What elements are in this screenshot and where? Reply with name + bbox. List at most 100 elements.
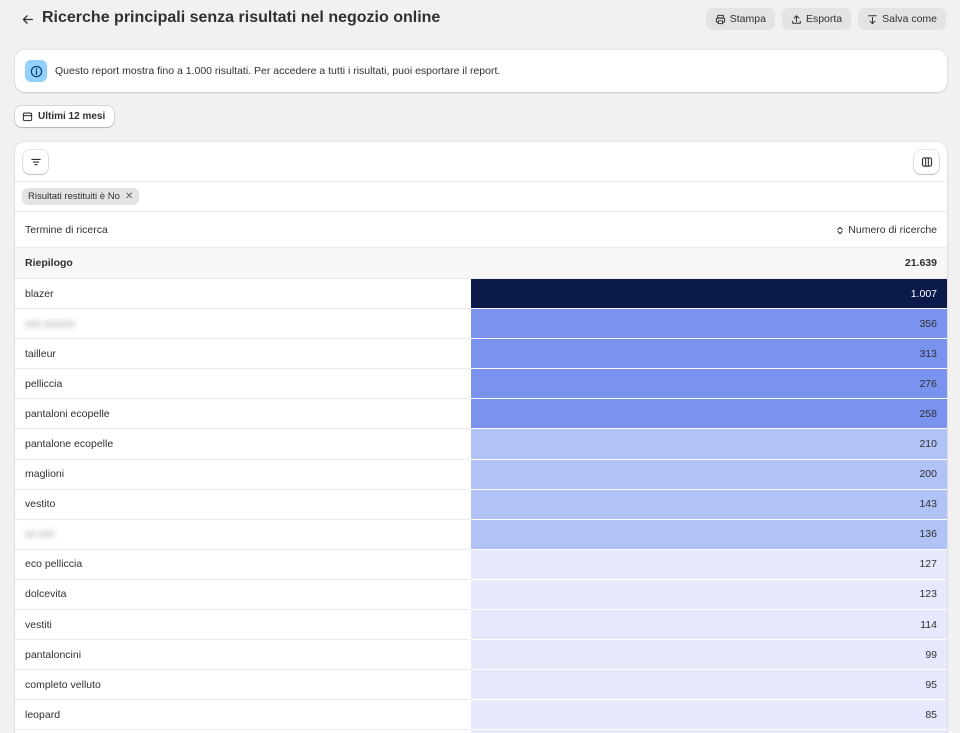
column-header-count[interactable]: Numero di ricerche bbox=[836, 224, 937, 236]
column-header-count-label: Numero di ricerche bbox=[848, 224, 937, 236]
save-as-button-label: Salva come bbox=[882, 13, 937, 25]
search-term-cell: xx xxx bbox=[15, 520, 471, 550]
search-count: 114 bbox=[920, 618, 937, 631]
summary-value: 21.639 bbox=[904, 257, 937, 269]
table-header: Termine di ricerca Numero di ricerche bbox=[15, 212, 947, 248]
table-row: xx xxx 136 bbox=[15, 519, 947, 550]
search-term: vestiti bbox=[25, 618, 52, 631]
search-count-cell: 276 bbox=[471, 369, 947, 400]
search-count: 1.007 bbox=[910, 287, 937, 300]
arrow-left-icon bbox=[22, 14, 33, 24]
search-term-cell: pantaloni ecopelle bbox=[15, 399, 471, 430]
table-row: blazer 1.007 bbox=[15, 279, 947, 310]
info-icon bbox=[25, 60, 47, 82]
search-term-cell: dolcevita bbox=[15, 580, 471, 611]
search-count: 95 bbox=[925, 678, 937, 691]
table-row: pantaloncini 99 bbox=[15, 640, 947, 671]
filter-button[interactable] bbox=[23, 150, 48, 174]
page-header: Ricerche principali senza risultati nel … bbox=[0, 0, 960, 38]
columns-icon bbox=[921, 157, 932, 167]
search-term-cell: blazer bbox=[15, 279, 471, 310]
search-term: pelliccia bbox=[25, 377, 63, 390]
search-term: blazer bbox=[25, 287, 54, 300]
search-count: 356 bbox=[919, 317, 937, 330]
date-range-button[interactable]: Ultimi 12 mesi bbox=[15, 106, 115, 127]
search-count: 313 bbox=[919, 347, 937, 360]
search-term: vestito bbox=[25, 498, 56, 511]
table-row: maglioni 200 bbox=[15, 459, 947, 490]
filter-chip-label: Risultati restituiti è No bbox=[28, 191, 120, 202]
search-count-cell: 258 bbox=[471, 399, 947, 430]
header-actions: Stampa Esporta Salva come bbox=[705, 8, 946, 30]
export-button[interactable]: Esporta bbox=[781, 8, 852, 30]
search-count-cell: 127 bbox=[471, 549, 947, 580]
search-term: xx xxx bbox=[25, 528, 55, 541]
table-row: tailleur 313 bbox=[15, 339, 947, 370]
search-term-cell: vestito bbox=[15, 490, 471, 520]
search-term: xxx xxxxxx bbox=[25, 317, 76, 330]
search-term: completo velluto bbox=[25, 678, 101, 691]
search-count-cell: 1.007 bbox=[471, 279, 947, 310]
table-row: pelliccia 276 bbox=[15, 369, 947, 400]
download-icon bbox=[868, 14, 877, 24]
search-term: pantaloni ecopelle bbox=[25, 407, 110, 420]
search-count-cell: 200 bbox=[471, 459, 947, 490]
upload-icon bbox=[792, 14, 801, 24]
active-filters: Risultati restituiti è No ✕ bbox=[15, 182, 947, 212]
export-button-label: Esporta bbox=[805, 13, 843, 25]
search-count: 143 bbox=[919, 498, 937, 511]
table-row: dolcevita 123 bbox=[15, 579, 947, 611]
save-as-button[interactable]: Salva come bbox=[858, 8, 946, 30]
sort-arrows-icon bbox=[837, 226, 844, 234]
search-term: pantaloncini bbox=[25, 648, 82, 661]
search-term: tailleur bbox=[25, 347, 56, 360]
search-term-cell: xxx xxxxxx bbox=[15, 309, 471, 340]
banner-text: Questo report mostra fino a 1.000 risult… bbox=[55, 65, 501, 77]
close-icon[interactable]: ✕ bbox=[125, 191, 133, 202]
info-banner: Questo report mostra fino a 1.000 risult… bbox=[15, 50, 947, 92]
search-count-cell: 356 bbox=[471, 309, 947, 340]
table-row: pantalone ecopelle 210 bbox=[15, 429, 947, 460]
printer-icon bbox=[715, 14, 725, 24]
back-button[interactable] bbox=[18, 10, 36, 28]
column-header-term[interactable]: Termine di ricerca bbox=[25, 224, 108, 236]
search-term-cell: completo velluto bbox=[15, 670, 471, 701]
table-row: xxx xxxxxx 356 bbox=[15, 309, 947, 340]
search-count: 200 bbox=[919, 468, 937, 481]
table-body: blazer 1.007 xxx xxxxxx 356 tailleur 313 pelli… bbox=[15, 279, 947, 733]
report-card: Risultati restituiti è No ✕ Termine di r… bbox=[15, 142, 947, 733]
table-toolbar bbox=[15, 142, 947, 182]
print-button[interactable]: Stampa bbox=[705, 8, 775, 30]
search-count-cell: 313 bbox=[471, 339, 947, 370]
search-term-cell: tailleur bbox=[15, 339, 471, 370]
table-row: vestiti 114 bbox=[15, 610, 947, 641]
columns-button[interactable] bbox=[914, 150, 939, 174]
search-count-cell: 136 bbox=[471, 519, 947, 550]
search-count: 258 bbox=[919, 407, 937, 420]
table-row: leopard 85 bbox=[15, 700, 947, 731]
search-count: 127 bbox=[919, 558, 937, 571]
search-term: maglioni bbox=[25, 468, 65, 481]
search-count-cell: 99 bbox=[471, 640, 947, 671]
filter-chip[interactable]: Risultati restituiti è No ✕ bbox=[22, 188, 140, 205]
table-row: completo velluto 95 bbox=[15, 670, 947, 701]
search-count: 123 bbox=[919, 588, 937, 601]
print-button-label: Stampa bbox=[729, 13, 766, 25]
search-term: eco pelliccia bbox=[25, 558, 83, 571]
search-count-cell: 114 bbox=[471, 610, 947, 641]
page-title: Ricerche principali senza risultati nel … bbox=[42, 9, 441, 26]
search-term: dolcevita bbox=[25, 588, 67, 601]
search-count: 210 bbox=[919, 438, 937, 451]
filter-lines-icon bbox=[30, 158, 41, 166]
search-term: pantalone ecopelle bbox=[25, 438, 114, 451]
summary-row: Riepilogo 21.639 bbox=[15, 248, 947, 279]
table-row: vestito 143 bbox=[15, 489, 947, 520]
summary-label: Riepilogo bbox=[25, 257, 73, 269]
search-term-cell: pantaloncini bbox=[15, 640, 471, 671]
search-term-cell: vestiti bbox=[15, 610, 471, 641]
search-count-cell: 95 bbox=[471, 670, 947, 701]
search-term: leopard bbox=[25, 708, 61, 721]
table-row: eco pelliccia 127 bbox=[15, 549, 947, 580]
date-range-label: Ultimi 12 mesi bbox=[38, 111, 106, 122]
search-term-cell: pelliccia bbox=[15, 369, 471, 400]
